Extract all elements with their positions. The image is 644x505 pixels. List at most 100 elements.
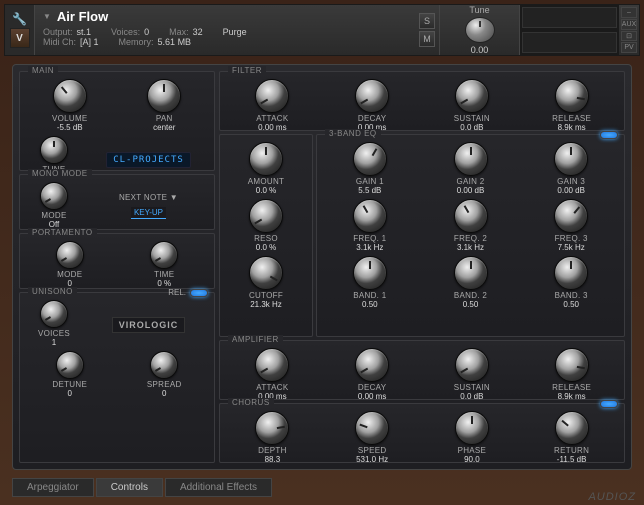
filter-extras-section: AMOUNT0.0 % RESO0.0 % CUTOFF21.3k Hz — [219, 134, 313, 337]
mute-button[interactable]: M — [419, 31, 435, 47]
plugin-frame: 🔧 V ▼ Air Flow Output:st.1 Voices:0 Max:… — [0, 0, 644, 505]
gain1-value: 5.5 dB — [358, 186, 381, 195]
filter-sustain-knob[interactable] — [455, 79, 489, 113]
tune-label: Tune — [469, 5, 489, 15]
aux-button[interactable]: AUX — [621, 19, 637, 30]
chorus-title: CHORUS — [228, 398, 274, 407]
preset-name[interactable]: Air Flow — [57, 9, 108, 24]
portamento-time-value: 0 % — [157, 279, 171, 288]
memory-value: 5.61 MB — [158, 37, 192, 47]
amount-value: 0.0 % — [256, 186, 276, 195]
main-title: MAIN — [28, 66, 58, 75]
filter-decay-knob[interactable] — [355, 79, 389, 113]
mono-title: MONO MODE — [28, 169, 92, 178]
tune-section: Tune 0.00 — [439, 5, 519, 55]
spread-knob[interactable] — [150, 351, 178, 379]
reso-knob[interactable] — [249, 199, 283, 233]
cutoff-value: 21.3k Hz — [250, 300, 282, 309]
voices-value: 0 — [144, 27, 149, 37]
filter-release-value: 8.9k ms — [558, 123, 586, 132]
rel-led[interactable] — [190, 289, 208, 297]
filter-title: FILTER — [228, 66, 266, 75]
tab-arpeggiator[interactable]: Arpeggiator — [12, 478, 94, 497]
keyboard-range[interactable] — [522, 32, 617, 53]
main-panel: MAIN VOLUME-5.5 dB PANcenter TUNE0.00 CL… — [12, 64, 632, 470]
band1-value: 0.50 — [362, 300, 378, 309]
amount-knob[interactable] — [249, 142, 283, 176]
max-value[interactable]: 32 — [193, 27, 203, 37]
amplifier-section: AMPLIFIER ATTACK0.00 ms DECAY0.00 ms SUS… — [219, 340, 625, 400]
filter-attack-value: 0.00 ms — [258, 123, 286, 132]
chorus-led[interactable] — [600, 400, 618, 408]
minimize-button[interactable]: ‒ — [621, 7, 637, 18]
band1-knob[interactable] — [353, 256, 387, 290]
detune-value: 0 — [68, 389, 72, 398]
cutoff-knob[interactable] — [249, 256, 283, 290]
tab-additional-effects[interactable]: Additional Effects — [165, 478, 272, 497]
tab-controls[interactable]: Controls — [96, 478, 163, 497]
freq3-knob[interactable] — [554, 199, 588, 233]
eq-title: 3-BAND EQ — [325, 129, 381, 138]
unisono-section: UNISONO REL. VOICES1 VIROLOGIC DETUNE0 S… — [19, 292, 215, 463]
portamento-section: PORTAMENTO MODE0 TIME0 % — [19, 233, 215, 289]
eq-led[interactable] — [600, 131, 618, 139]
unisono-voices-value: 1 — [52, 338, 56, 347]
pan-value: center — [153, 123, 175, 132]
chorus-depth-knob[interactable] — [255, 411, 289, 445]
solo-button[interactable]: S — [419, 13, 435, 29]
chorus-phase-knob[interactable] — [455, 411, 489, 445]
level-meter — [522, 7, 617, 28]
freq1-knob[interactable] — [353, 199, 387, 233]
chorus-return-knob[interactable] — [555, 411, 589, 445]
midi-value[interactable]: [A] 1 — [80, 37, 99, 47]
mono-mode-knob[interactable] — [40, 182, 68, 210]
amp-release-knob[interactable] — [555, 348, 589, 382]
chorus-section: CHORUS DEPTH88.3 SPEED531.0 Hz PHASE90.0… — [219, 403, 625, 463]
header-left: 🔧 V — [5, 5, 35, 55]
amp-sustain-knob[interactable] — [455, 348, 489, 382]
band2-knob[interactable] — [454, 256, 488, 290]
v-icon: V — [10, 28, 30, 48]
next-note-dropdown[interactable]: KEY-UP — [131, 207, 166, 219]
gain2-value: 0.00 dB — [457, 186, 485, 195]
volume-knob[interactable] — [53, 79, 87, 113]
gain1-knob[interactable] — [353, 142, 387, 176]
portamento-time-knob[interactable] — [150, 241, 178, 269]
voices-label: Voices: — [111, 27, 140, 37]
filter-sustain-value: 0.0 dB — [460, 123, 483, 132]
band3-knob[interactable] — [554, 256, 588, 290]
main-tune-knob[interactable] — [40, 136, 68, 164]
wrench-icon[interactable]: 🔧 — [12, 12, 27, 26]
tune-knob[interactable] — [465, 17, 495, 43]
expand-button[interactable]: ⊡ — [621, 31, 637, 42]
filter-attack-knob[interactable] — [255, 79, 289, 113]
freq2-knob[interactable] — [454, 199, 488, 233]
pv-button[interactable]: PV — [621, 42, 637, 53]
unisono-title: UNISONO — [28, 287, 77, 296]
watermark: AUDIOZ — [588, 491, 636, 503]
amp-release-value: 8.9k ms — [558, 392, 586, 401]
gain2-knob[interactable] — [454, 142, 488, 176]
amp-decay-knob[interactable] — [355, 348, 389, 382]
expand-icon[interactable]: ▼ — [43, 12, 51, 21]
unisono-voices-knob[interactable] — [40, 300, 68, 328]
filter-section: FILTER ATTACK0.00 ms DECAY0.00 ms SUSTAI… — [219, 71, 625, 131]
pan-knob[interactable] — [147, 79, 181, 113]
amplifier-title: AMPLIFIER — [228, 335, 283, 344]
gain3-knob[interactable] — [554, 142, 588, 176]
chorus-speed-value: 531.0 Hz — [356, 455, 388, 464]
portamento-mode-knob[interactable] — [56, 241, 84, 269]
filter-release-knob[interactable] — [555, 79, 589, 113]
freq2-value: 3.1k Hz — [457, 243, 484, 252]
volume-value: -5.5 dB — [57, 123, 83, 132]
chorus-depth-value: 88.3 — [265, 455, 281, 464]
detune-knob[interactable] — [56, 351, 84, 379]
memory-label: Memory: — [119, 37, 154, 47]
eq-section: 3-BAND EQ GAIN 15.5 dB GAIN 20.00 dB GAI… — [316, 134, 625, 337]
purge-label[interactable]: Purge — [223, 27, 247, 37]
left-column: MAIN VOLUME-5.5 dB PANcenter TUNE0.00 CL… — [19, 71, 215, 463]
amp-sustain-value: 0.0 dB — [460, 392, 483, 401]
output-value[interactable]: st.1 — [77, 27, 92, 37]
chorus-speed-knob[interactable] — [355, 411, 389, 445]
amp-attack-knob[interactable] — [255, 348, 289, 382]
